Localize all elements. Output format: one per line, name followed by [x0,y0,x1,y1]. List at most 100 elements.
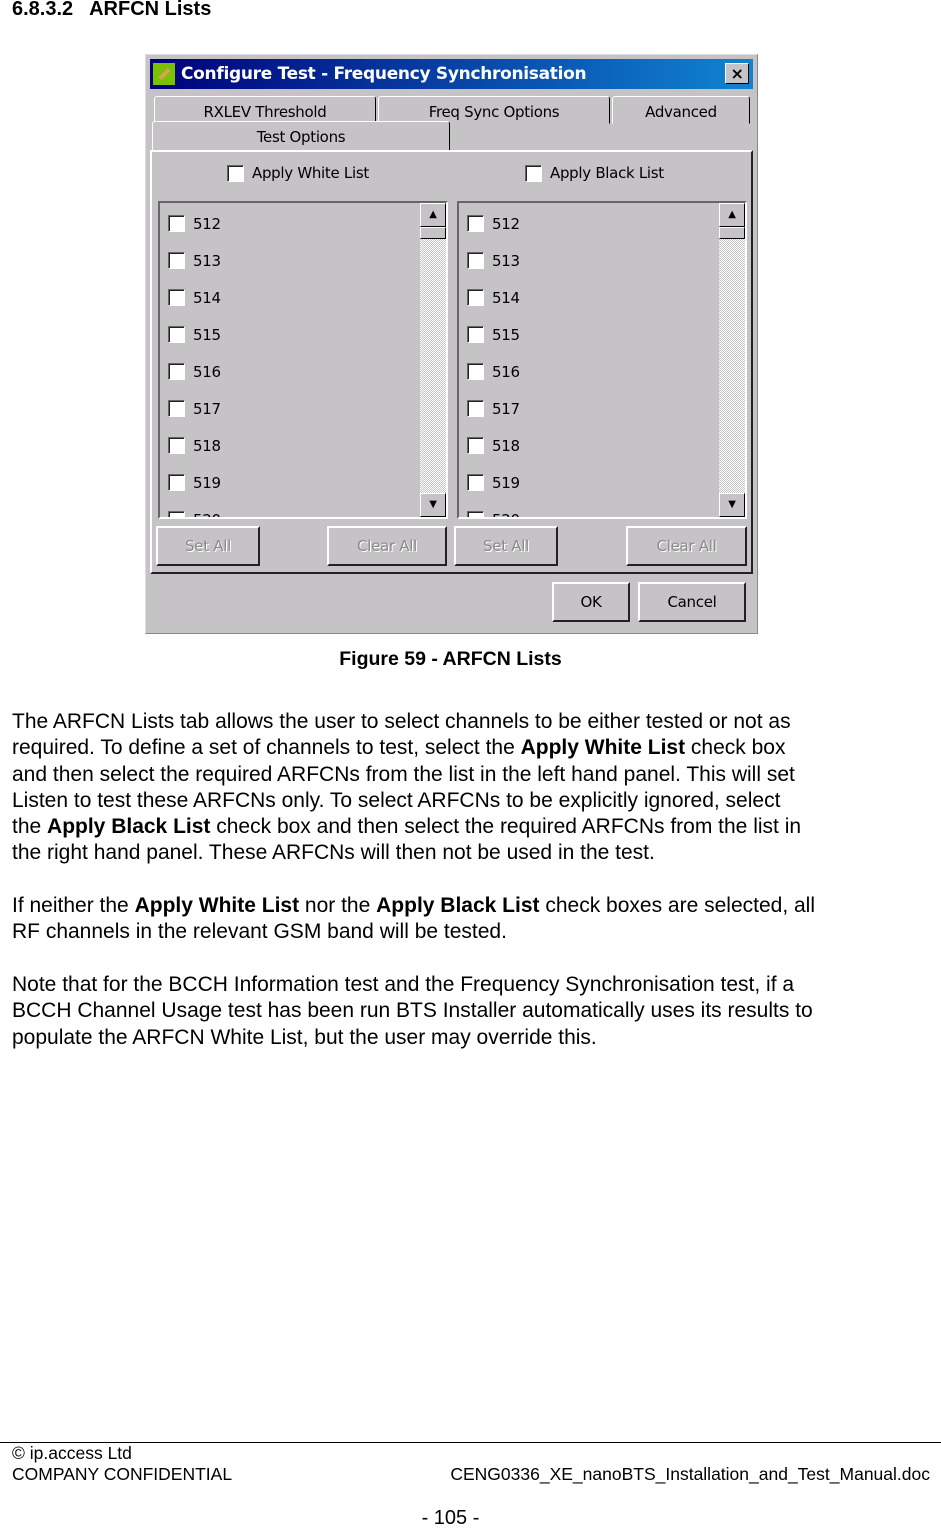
close-button[interactable]: × [725,63,749,84]
arfcn-item[interactable]: 519 [467,462,520,499]
arfcn-checkbox[interactable] [467,511,484,517]
arfcn-checkbox[interactable] [467,289,484,306]
arfcn-item[interactable]: 512 [168,203,221,240]
white-set-all-button[interactable]: Set All [156,526,260,566]
text-line: RF channels in the relevant GSM band wil… [12,919,815,945]
bold-term: Apply White List [134,894,300,918]
tab-rxlev-threshold[interactable]: RXLEV Threshold [154,96,376,124]
scrollbar[interactable]: ▲ ▼ [420,203,446,517]
scroll-thumb[interactable] [719,227,745,239]
arfcn-label: 514 [193,288,221,307]
text-run: required. To define a set of channels to… [12,736,521,760]
arfcn-checkbox[interactable] [467,215,484,232]
white-list: 512 513 514 515 516 517 518 519 520 ▲ ▼ [158,201,448,519]
scroll-down-arrow-icon[interactable]: ▼ [420,493,446,517]
arfcn-checkbox[interactable] [168,474,185,491]
paragraph: Note that for the BCCH Information test … [12,972,815,1051]
arfcn-item[interactable]: 514 [168,277,221,314]
ok-button[interactable]: OK [552,582,630,622]
arfcn-label: 513 [492,251,520,270]
arfcn-checkbox[interactable] [467,252,484,269]
arfcn-checkbox[interactable] [467,363,484,380]
arfcn-label: 515 [193,325,221,344]
arfcn-label: 520 [193,511,221,518]
footer-confidential: COMPANY CONFIDENTIAL [12,1464,233,1484]
arfcn-label: 516 [492,362,520,381]
configure-test-dialog: Configure Test - Frequency Synchronisati… [145,54,758,634]
text-run: BCCH Channel Usage test has been run BTS… [12,999,813,1023]
arfcn-checkbox[interactable] [467,400,484,417]
tab-freq-sync-options[interactable]: Freq Sync Options [378,96,610,124]
scroll-down-arrow-icon[interactable]: ▼ [719,493,745,517]
arfcn-checkbox[interactable] [467,326,484,343]
arfcn-checkbox[interactable] [168,326,185,343]
text-run: check box [685,736,786,760]
arfcn-label: 513 [193,251,221,270]
black-set-all-button[interactable]: Set All [454,526,558,566]
checkbox-box [227,165,244,182]
arfcn-checkbox[interactable] [168,400,185,417]
title-bar[interactable]: Configure Test - Frequency Synchronisati… [150,59,753,89]
paragraph: If neither the Apply White List nor the … [12,893,815,946]
text-line: Listen to test these ARFCNs only. To sel… [12,788,815,814]
arfcn-label: 518 [492,436,520,455]
text-line: Note that for the BCCH Information test … [12,972,815,998]
arfcn-label: 512 [193,214,221,233]
arfcn-checkbox[interactable] [467,437,484,454]
arfcn-item[interactable]: 516 [168,351,221,388]
bold-term: Apply Black List [47,815,211,839]
scroll-thumb[interactable] [420,227,446,239]
arfcn-checkbox[interactable] [168,511,185,517]
bold-term: Apply White List [520,736,686,760]
arfcn-item[interactable]: 512 [467,203,520,240]
arfcn-item[interactable]: 519 [168,462,221,499]
footer-divider [0,1442,941,1443]
arfcn-label: 519 [193,473,221,492]
arfcn-item[interactable]: 515 [168,314,221,351]
tab-advanced[interactable]: Advanced [612,96,750,124]
arfcn-item[interactable]: 517 [168,388,221,425]
text-line: the Apply Black List check box and then … [12,814,815,840]
arfcn-label: 518 [193,436,221,455]
text-run: RF channels in the relevant GSM band wil… [12,920,507,944]
arfcn-checkbox[interactable] [168,215,185,232]
arfcn-item[interactable]: 520 [168,499,221,518]
tab-test-options[interactable]: Test Options [152,121,450,151]
arfcn-label: 519 [492,473,520,492]
scrollbar[interactable]: ▲ ▼ [719,203,745,517]
arfcn-item[interactable]: 517 [467,388,520,425]
page-number: - 105 - [421,1507,480,1529]
black-clear-all-button[interactable]: Clear All [626,526,747,566]
arfcn-item[interactable]: 518 [168,425,221,462]
apply-white-list-checkbox[interactable]: Apply White List [227,164,369,182]
scroll-up-arrow-icon[interactable]: ▲ [420,203,446,227]
text-line: populate the ARFCN White List, but the u… [12,1025,815,1051]
arfcn-item[interactable]: 513 [168,240,221,277]
text-line: If neither the Apply White List nor the … [12,893,815,919]
arfcn-checkbox[interactable] [467,474,484,491]
checkbox-label: Apply White List [252,164,369,182]
text-line: The ARFCN Lists tab allows the user to s… [12,709,815,735]
arfcn-item[interactable]: 520 [467,499,520,517]
text-run: and then select the required ARFCNs from… [12,762,795,786]
arfcn-item[interactable]: 518 [467,425,520,462]
text-run: the [12,815,48,839]
arfcn-label: 517 [492,399,520,418]
arfcn-item[interactable]: 515 [467,314,520,351]
arfcn-item[interactable]: 514 [467,277,520,314]
cancel-button[interactable]: Cancel [638,582,746,622]
white-clear-all-button[interactable]: Clear All [327,526,447,566]
scroll-up-arrow-icon[interactable]: ▲ [719,203,745,227]
arfcn-item[interactable]: 513 [467,240,520,277]
arfcn-checkbox[interactable] [168,437,185,454]
arfcn-checkbox[interactable] [168,363,185,380]
black-list: 512 513 514 515 516 517 518 519 520 ▲ ▼ [457,201,747,519]
text-run: Listen to test these ARFCNs only. To sel… [12,788,781,812]
arfcn-checkbox[interactable] [168,289,185,306]
text-run: If neither the [12,894,135,918]
arfcn-item[interactable]: 516 [467,351,520,388]
text-run: check boxes are selected, all [539,894,816,918]
text-run: check box and then select the required A… [210,815,802,839]
apply-black-list-checkbox[interactable]: Apply Black List [525,164,664,182]
arfcn-checkbox[interactable] [168,252,185,269]
